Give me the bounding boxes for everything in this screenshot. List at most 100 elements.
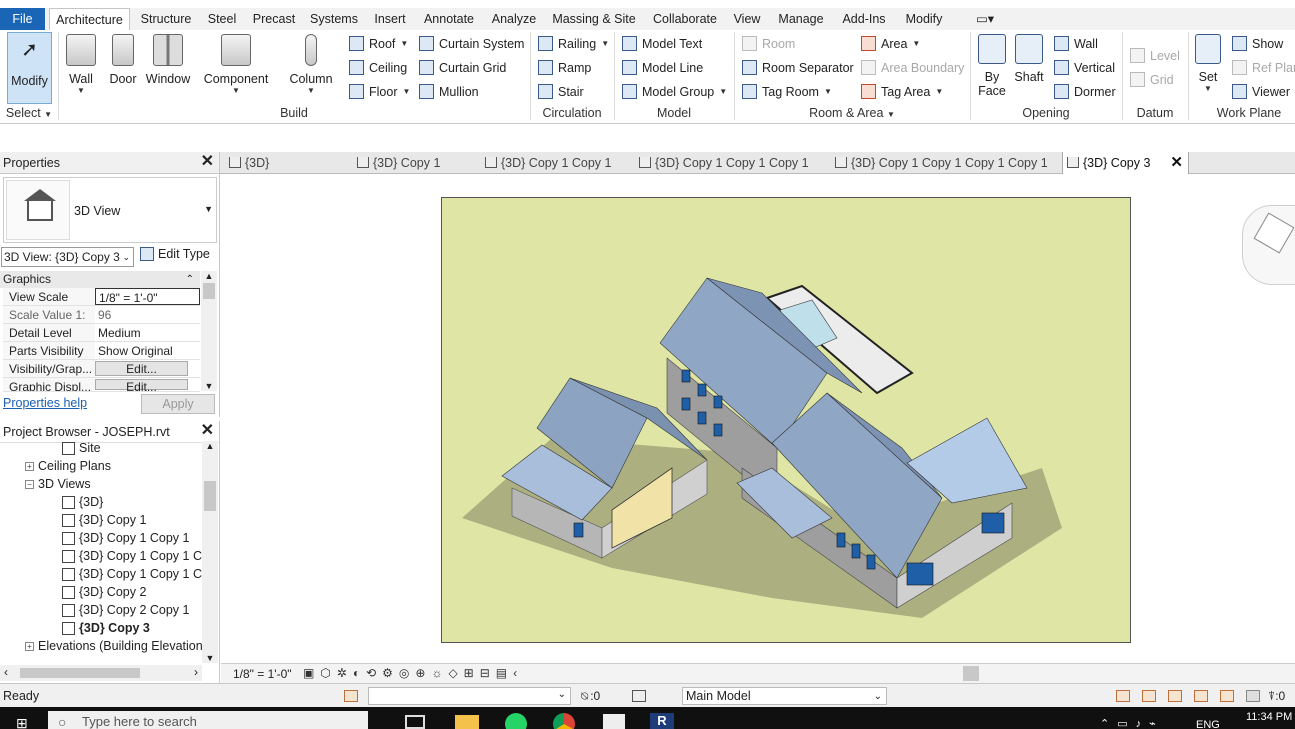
curtain-system-button[interactable]: Curtain System — [419, 36, 524, 51]
tab-collaborate[interactable]: Collaborate — [648, 8, 722, 30]
level-button[interactable]: Level — [1130, 48, 1180, 63]
filter-count[interactable]: ⍒:0 — [1268, 689, 1285, 704]
task-view-icon[interactable] — [405, 715, 425, 729]
tree-item[interactable]: + Elevations (Building Elevation — [25, 639, 203, 653]
edit-type-button[interactable]: Edit Type — [140, 247, 210, 261]
modify-button[interactable]: ➚ Modify — [7, 32, 52, 104]
apply-button[interactable]: Apply — [141, 394, 215, 414]
properties-help-link[interactable]: Properties help — [3, 396, 87, 410]
tab-analyze[interactable]: Analyze — [488, 8, 540, 30]
horizontal-scroll-thumb[interactable] — [963, 666, 979, 681]
tab-massing-site[interactable]: Massing & Site — [550, 8, 638, 30]
chrome-icon[interactable] — [553, 713, 575, 729]
collapse-icon[interactable]: − — [25, 479, 34, 489]
detail-level-value[interactable]: Medium — [95, 324, 200, 341]
area-boundary-button[interactable]: Area Boundary — [861, 60, 964, 75]
room-separator-button[interactable]: Room Separator — [742, 60, 854, 75]
ref-plane-button[interactable]: Ref Plan — [1232, 60, 1295, 75]
whatsapp-icon[interactable] — [505, 713, 527, 729]
tab-insert[interactable]: Insert — [370, 8, 410, 30]
wall-button[interactable]: Wall ▼ — [62, 34, 100, 95]
door-button[interactable]: Door — [104, 34, 142, 86]
view-tab[interactable]: {3D} Copy 1 Copy 1 Copy 1 — [635, 152, 825, 174]
active-model-dropdown[interactable]: Main Model ⌄ — [682, 687, 887, 705]
graphics-section-header[interactable]: Graphics ⌃ — [0, 271, 200, 288]
expand-icon[interactable]: + — [25, 641, 34, 651]
view-cube[interactable] — [1242, 205, 1295, 285]
ramp-button[interactable]: Ramp — [538, 60, 591, 75]
by-face-button[interactable]: By Face — [976, 34, 1008, 98]
view-tab[interactable]: {3D} Copy 1 Copy 1 Copy 1 Copy 1 — [831, 152, 1057, 174]
tab-systems[interactable]: Systems — [308, 8, 360, 30]
close-icon[interactable]: ✕ — [201, 152, 214, 172]
properties-scrollbar[interactable]: ▲ ▼ — [201, 271, 217, 391]
tree-item[interactable]: {3D} Copy 2 — [62, 585, 146, 599]
view-scale-control[interactable]: 1/8" = 1'-0" — [233, 667, 292, 681]
tree-item[interactable]: + Ceiling Plans — [25, 459, 111, 473]
system-tray-icons[interactable]: ⌃▭♪⌁ — [1100, 717, 1164, 729]
model-group-button[interactable]: Model Group ▼ — [622, 84, 727, 99]
browser-scrollbar[interactable]: ▲ ▼ — [202, 441, 218, 663]
workset-dropdown[interactable]: ⌄ — [368, 687, 571, 705]
tree-item-active[interactable]: {3D} Copy 3 — [62, 621, 150, 635]
tree-item[interactable]: {3D} Copy 2 Copy 1 — [62, 603, 190, 617]
close-icon[interactable]: ✕ — [201, 421, 214, 441]
drag-elements-icon[interactable] — [1220, 690, 1234, 702]
tree-item[interactable]: {3D} — [62, 495, 103, 509]
parts-visibility-value[interactable]: Show Original — [95, 342, 200, 359]
file-explorer-icon[interactable] — [455, 715, 479, 729]
background-process-icon[interactable] — [1246, 690, 1260, 702]
windows-start-icon[interactable]: ⊞ — [16, 715, 28, 729]
model-line-button[interactable]: Model Line — [622, 60, 703, 75]
dormer-button[interactable]: Dormer — [1054, 84, 1116, 99]
view-scale-input[interactable]: 1/8" = 1'-0" — [95, 288, 200, 305]
design-options-icon[interactable] — [632, 690, 646, 702]
graphic-display-edit-button[interactable]: Edit... — [95, 379, 188, 391]
tree-item[interactable]: {3D} Copy 1 Copy 1 — [62, 531, 190, 545]
set-work-plane-button[interactable]: Set ▼ — [1192, 34, 1224, 93]
ceiling-button[interactable]: Ceiling — [349, 60, 407, 75]
visibility-edit-button[interactable]: Edit... — [95, 361, 188, 376]
shaft-button[interactable]: Shaft — [1012, 34, 1046, 84]
tree-item[interactable]: {3D} Copy 1 Copy 1 Co — [62, 567, 209, 581]
select-pinned-icon[interactable] — [1168, 690, 1182, 702]
view-tab[interactable]: {3D} Copy 1 Copy 1 — [481, 152, 629, 174]
worksharing-icon[interactable] — [344, 690, 358, 702]
tree-item[interactable]: {3D} Copy 1 Copy 1 Co — [62, 549, 209, 563]
model-text-button[interactable]: Model Text — [622, 36, 702, 51]
roof-button[interactable]: Roof ▼ — [349, 36, 408, 51]
component-button[interactable]: Component ▼ — [202, 34, 270, 95]
photos-icon[interactable] — [603, 714, 625, 729]
close-tab-icon[interactable]: ✕ — [1170, 152, 1183, 174]
view-tab[interactable]: {3D} Copy 1 — [353, 152, 475, 174]
view-tab[interactable]: {3D} — [225, 152, 347, 174]
railing-button[interactable]: Railing ▼ — [538, 36, 609, 51]
tab-architecture[interactable]: Architecture — [49, 8, 130, 31]
vertical-opening-button[interactable]: Vertical — [1054, 60, 1115, 75]
wall-opening-button[interactable]: Wall — [1054, 36, 1098, 51]
instance-selector[interactable]: 3D View: {3D} Copy 3 ⌄ — [1, 247, 134, 267]
tab-manage[interactable]: Manage — [774, 8, 828, 30]
tree-item[interactable]: {3D} Copy 1 — [62, 513, 146, 527]
taskbar-search[interactable]: ○ Type here to search — [48, 711, 368, 729]
select-links-icon[interactable] — [1116, 690, 1130, 702]
tree-item[interactable]: −3D Views — [25, 477, 91, 491]
tab-structure[interactable]: Structure — [135, 8, 197, 30]
expand-icon[interactable]: + — [25, 461, 34, 471]
column-button[interactable]: Column ▼ — [286, 34, 336, 95]
mullion-button[interactable]: Mullion — [419, 84, 479, 99]
type-selector[interactable]: 3D View ▼ — [3, 177, 217, 243]
window-button[interactable]: Window — [144, 34, 192, 86]
grid-button[interactable]: Grid — [1130, 72, 1174, 87]
select-face-icon[interactable] — [1194, 690, 1208, 702]
floor-button[interactable]: Floor ▼ — [349, 84, 410, 99]
tag-room-button[interactable]: Tag Room ▼ — [742, 84, 832, 99]
language-indicator[interactable]: ENG — [1196, 719, 1220, 729]
tab-modify[interactable]: Modify — [900, 8, 948, 30]
tab-steel[interactable]: Steel — [204, 8, 240, 30]
viewer-button[interactable]: Viewer — [1232, 84, 1290, 99]
revit-icon[interactable]: R — [650, 713, 674, 729]
tab-view[interactable]: View — [732, 8, 762, 30]
tab-add-ins[interactable]: Add-Ins — [838, 8, 890, 30]
view-control-icons[interactable]: ▣⬡✲◐⟲⚙◎⊕☼◇⊞⊟▤‹ — [303, 666, 523, 680]
